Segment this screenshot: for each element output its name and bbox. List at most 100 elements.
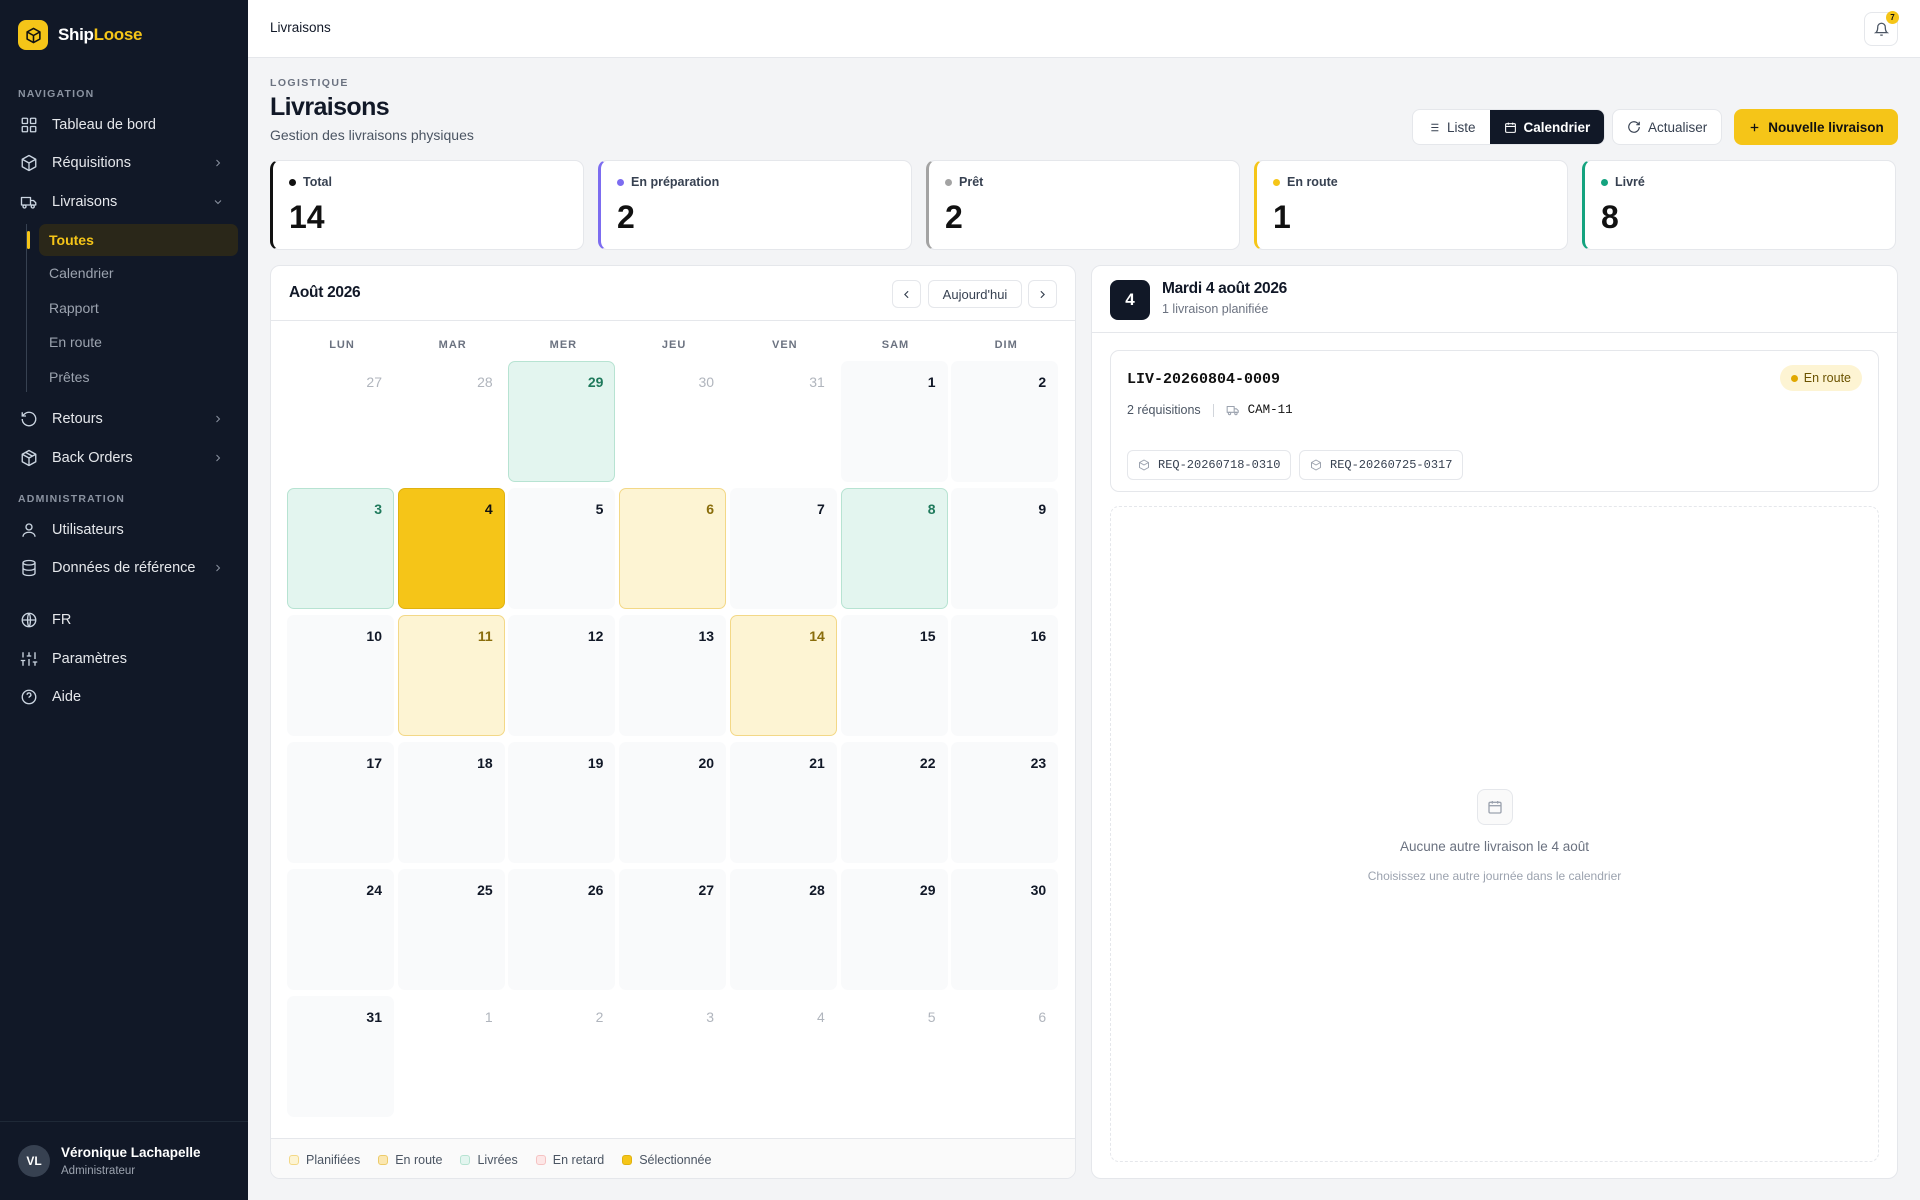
calendar-day[interactable]: 24: [287, 869, 394, 990]
calendar-day[interactable]: 30: [619, 361, 726, 482]
requisition-tag[interactable]: REQ-20260718-0310: [1127, 450, 1292, 480]
calendar-day[interactable]: 21: [729, 742, 837, 863]
requisition-tag[interactable]: REQ-20260725-0317: [1299, 450, 1464, 480]
calendar-day[interactable]: 11: [397, 615, 505, 736]
sidebar-item-help[interactable]: Aide: [12, 680, 236, 714]
calendar-day[interactable]: 9: [951, 488, 1059, 609]
calendar-day[interactable]: 4: [730, 996, 837, 1117]
brand-logo[interactable]: ShipLoose: [18, 20, 143, 50]
sidebar-item-reference-data[interactable]: Données de référence: [12, 551, 236, 585]
calendar-day[interactable]: 20: [619, 742, 727, 863]
nav-section-label: NAVIGATION: [18, 88, 95, 100]
calendar-day[interactable]: 29: [508, 361, 616, 482]
calendar-day[interactable]: 29: [840, 869, 948, 990]
stat-card[interactable]: Livré 8: [1582, 160, 1896, 250]
calendar-day[interactable]: 26: [508, 869, 616, 990]
chevron-right-icon: [216, 159, 221, 167]
submenu-item-report[interactable]: Rapport: [39, 292, 238, 324]
calendar-day-number: 8: [927, 501, 936, 517]
calendar-day[interactable]: 27: [619, 869, 727, 990]
sidebar-item-returns[interactable]: Retours: [12, 402, 236, 436]
calendar-day[interactable]: 8: [840, 488, 948, 609]
box-icon: [21, 154, 37, 172]
calendar-day[interactable]: 5: [508, 488, 616, 609]
language-switcher[interactable]: FR: [12, 603, 236, 637]
calendar-day[interactable]: 1: [398, 996, 505, 1117]
logo-icon: [18, 20, 48, 50]
calendar-day[interactable]: 12: [508, 615, 616, 736]
submenu-item-en-route[interactable]: En route: [39, 326, 238, 358]
legend-swatch: [378, 1154, 389, 1165]
calendar-day-number: 27: [366, 374, 382, 390]
stat-card[interactable]: Total 14: [270, 160, 584, 250]
calendar-day[interactable]: 15: [840, 615, 948, 736]
calendar-day[interactable]: 31: [730, 361, 837, 482]
refresh-label: Actualiser: [1648, 119, 1708, 135]
calendar-day[interactable]: 19: [508, 742, 616, 863]
stat-card[interactable]: En route 1: [1254, 160, 1568, 250]
calendar-day[interactable]: 2: [508, 996, 615, 1117]
calendar-day-number: 7: [817, 501, 825, 517]
calendar-day-number: 24: [366, 882, 382, 898]
calendar-day[interactable]: 5: [841, 996, 948, 1117]
stat-card[interactable]: En préparation 2: [598, 160, 912, 250]
legend-swatch: [289, 1154, 299, 1165]
sidebar-item-users[interactable]: Utilisateurs: [12, 513, 236, 547]
calendar-day[interactable]: 4: [397, 488, 505, 609]
calendar-day[interactable]: 1: [840, 361, 948, 482]
calendar-day[interactable]: 7: [729, 488, 837, 609]
calendar-day[interactable]: 16: [951, 615, 1059, 736]
today-button[interactable]: Aujourd'hui: [928, 280, 1022, 308]
calendar-day[interactable]: 28: [729, 869, 837, 990]
calendar-day[interactable]: 6: [951, 996, 1058, 1117]
calendar-day[interactable]: 3: [287, 488, 394, 609]
submenu-item-all[interactable]: Toutes: [39, 224, 238, 256]
submenu-item-ready[interactable]: Prêtes: [39, 361, 238, 393]
calendar-day[interactable]: 31: [287, 996, 394, 1117]
new-delivery-button[interactable]: Nouvelle livraison: [1734, 109, 1898, 145]
calendar-day-number: 3: [374, 501, 382, 517]
calendar-day-number: 21: [809, 755, 825, 771]
prev-month-button[interactable]: [892, 280, 921, 308]
notifications-button[interactable]: 7: [1864, 11, 1899, 46]
calendar-day[interactable]: 14: [729, 615, 837, 736]
stat-card[interactable]: Prêt 2: [926, 160, 1240, 250]
stat-dot: [617, 178, 624, 186]
calendar-day[interactable]: 30: [951, 869, 1059, 990]
calendar-day[interactable]: 3: [619, 996, 726, 1117]
calendar-day[interactable]: 10: [287, 615, 394, 736]
calendar-day[interactable]: 23: [951, 742, 1059, 863]
sidebar-item-requisitions[interactable]: Réquisitions: [12, 146, 236, 180]
user-profile[interactable]: VL Véronique Lachapelle Administrateur: [0, 1121, 248, 1200]
shipment-meta: 2 réquisitions CAM-11: [1127, 403, 1293, 417]
calendar-day[interactable]: 6: [619, 488, 727, 609]
refresh-button[interactable]: Actualiser: [1612, 109, 1723, 145]
sidebar-item-deliveries[interactable]: Livraisons: [12, 185, 236, 219]
shipment-card[interactable]: LIV-20260804-0009 En route 2 réquisition…: [1110, 350, 1879, 492]
calendar-day[interactable]: 18: [397, 742, 505, 863]
calendar-day[interactable]: 25: [397, 869, 505, 990]
stat-label-text: Total: [303, 175, 332, 189]
stat-label-text: Prêt: [959, 175, 984, 189]
view-calendar-button[interactable]: Calendrier: [1489, 110, 1605, 144]
submenu-item-calendar[interactable]: Calendrier: [39, 257, 238, 289]
calendar-day[interactable]: 17: [287, 742, 394, 863]
calendar-day[interactable]: 13: [619, 615, 727, 736]
legend-swatch: [535, 1154, 546, 1165]
calendar-day-number: 2: [595, 1009, 604, 1025]
sidebar-item-label: Données de référence: [52, 560, 196, 576]
view-list-button[interactable]: Liste: [1413, 110, 1490, 144]
day-detail-subtitle: 1 livraison planifiée: [1162, 302, 1269, 316]
calendar-day[interactable]: 2: [951, 361, 1059, 482]
weekday-label: DIM: [994, 339, 1018, 351]
calendar-day[interactable]: 28: [398, 361, 505, 482]
legend-label: Livrées: [477, 1152, 518, 1167]
database-icon: [22, 559, 36, 577]
next-month-button[interactable]: [1028, 280, 1057, 308]
sidebar-item-settings[interactable]: Paramètres: [12, 642, 236, 676]
list-icon: [1428, 123, 1439, 131]
sidebar-item-back-orders[interactable]: Back Orders: [12, 441, 236, 475]
sidebar-item-dashboard[interactable]: Tableau de bord: [12, 108, 236, 142]
calendar-day[interactable]: 22: [840, 742, 948, 863]
calendar-day[interactable]: 27: [287, 361, 394, 482]
